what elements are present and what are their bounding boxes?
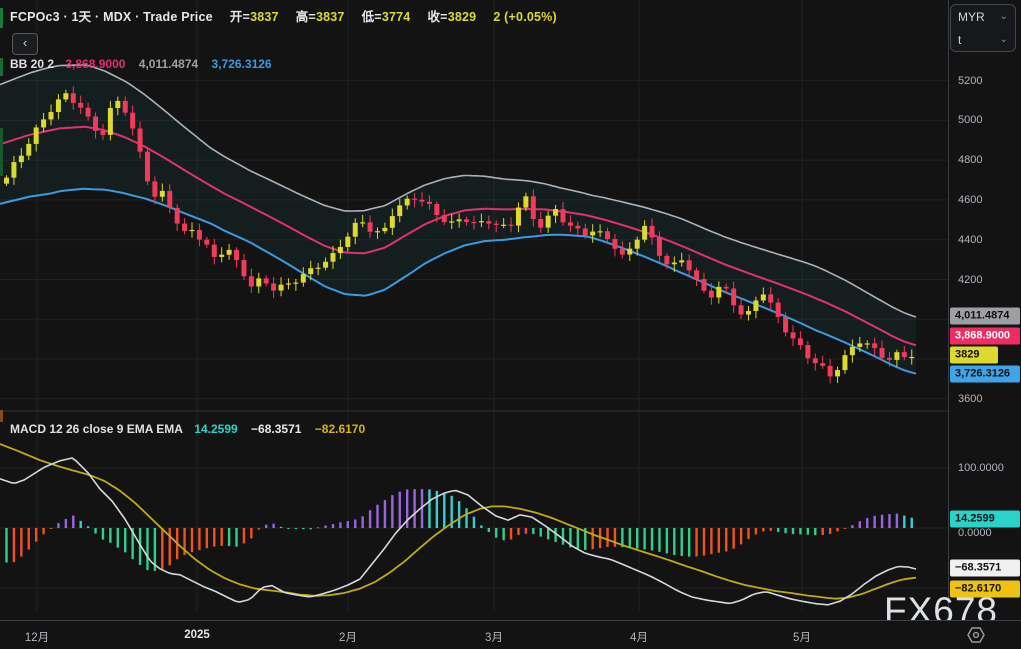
chevron-down-icon: ⌄ [1000,34,1008,45]
price-tag: 3829 [950,346,998,363]
currency-value: MYR [958,10,985,24]
axis-settings-icon[interactable] [966,626,986,644]
left-edge-fragment [0,58,3,76]
symbol-header[interactable]: FCPOc3 · 1天 · MDX · Trade Price 开=3837 高… [10,6,557,25]
axis-label: 0.0000 [958,527,992,539]
unit-value: t [958,33,961,47]
bb-upper-value: 4,011.4874 [139,57,198,71]
close-value: 3829 [448,10,477,24]
price-tag: −68.3571 [950,560,1020,577]
axis-label: 4200 [958,274,982,286]
axis-label: 4600 [958,194,982,206]
time-axis-label: 4月 [630,629,648,645]
macd-signal-value: −82.6170 [315,422,365,436]
high-value: 3837 [316,10,345,24]
unit-select[interactable]: t ⌄ [951,28,1015,51]
axis-label: 4800 [958,154,982,166]
bb-legend[interactable]: BB 20 2 3,868.9000 4,011.4874 3,726.3126 [10,57,282,71]
macd-line-value: −68.3571 [251,422,301,436]
price-tag: 14.2599 [950,511,1020,528]
chevron-left-icon: ‹ [23,35,27,50]
macd-legend[interactable]: MACD 12 26 close 9 EMA EMA 14.2599 −68.3… [10,422,375,436]
bb-legend-title: BB 20 2 [10,57,54,71]
time-axis[interactable]: 12月 2025 2月 3月 4月 5月 [0,620,1021,649]
left-edge-fragment [0,128,3,176]
left-edge-fragment [0,8,3,28]
currency-unit-selector: MYR ⌄ t ⌄ [950,4,1016,52]
open-label: 开= [230,10,250,24]
axis-label: 4400 [958,234,982,246]
change-value: 2 (+0.05%) [493,10,557,24]
time-axis-label: 2月 [339,629,357,645]
price-tag: 3,868.9000 [950,328,1020,345]
trading-app: FCPOc3 · 1天 · MDX · Trade Price 开=3837 高… [0,0,1021,649]
low-value: 3774 [382,10,411,24]
axis-label: 3600 [958,393,982,405]
bb-lower-value: 3,726.3126 [212,57,272,71]
macd-hist-value: 14.2599 [194,422,237,436]
time-axis-label: 2025 [184,629,210,641]
low-label: 低= [362,10,382,24]
macd-legend-title: MACD 12 26 close 9 EMA EMA [10,422,183,436]
price-tag: 4,011.4874 [950,308,1020,325]
time-axis-label: 12月 [25,629,49,645]
back-button[interactable]: ‹ [12,33,38,55]
axis-label: 5000 [958,114,982,126]
price-tag: −82.6170 [950,580,1020,597]
symbol-title: FCPOc3 · 1天 · MDX · Trade Price [10,10,213,24]
close-label: 收= [427,10,447,24]
axis-label: 5200 [958,75,982,87]
currency-select[interactable]: MYR ⌄ [951,5,1015,28]
high-label: 高= [296,10,316,24]
time-axis-label: 3月 [485,629,503,645]
time-axis-label: 5月 [793,629,811,645]
left-edge-fragment [0,410,3,422]
chart-canvas[interactable] [0,0,948,649]
axis-label: 100.0000 [958,462,1004,474]
open-value: 3837 [250,10,279,24]
price-tag: 3,726.3126 [950,366,1020,383]
bb-middle-value: 3,868.9000 [65,57,125,71]
price-axis-border [948,0,949,649]
chevron-down-icon: ⌄ [1000,11,1008,22]
